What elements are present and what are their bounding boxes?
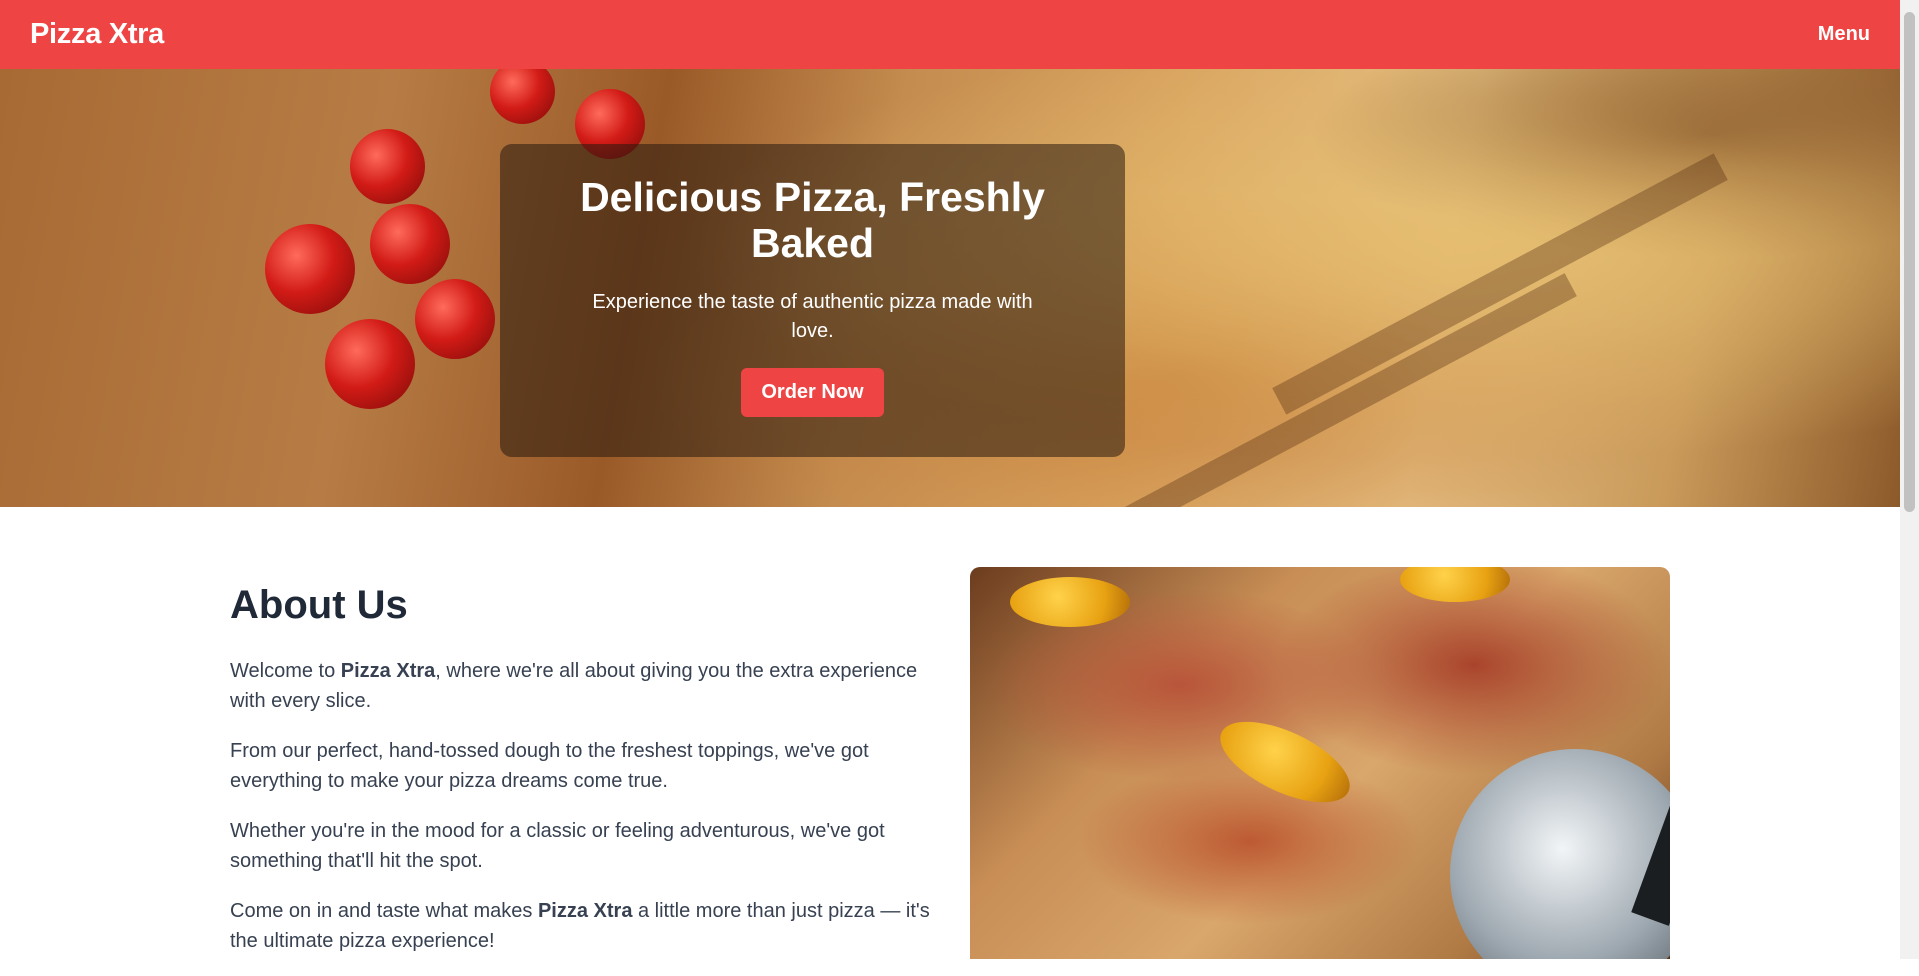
- tomato-decoration: [490, 69, 555, 124]
- tomato-decoration: [350, 129, 425, 204]
- about-pizza-image: [970, 567, 1670, 959]
- navbar: Pizza Xtra Menu: [0, 0, 1900, 69]
- about-text: Come on in and taste what makes: [230, 900, 538, 922]
- about-paragraph-2: From our perfect, hand-tossed dough to t…: [230, 740, 869, 792]
- crust-shadow: [1272, 153, 1728, 415]
- scrollbar-thumb[interactable]: [1904, 12, 1915, 512]
- hero-section: Delicious Pizza, Freshly Baked Experienc…: [0, 69, 1900, 507]
- tomato-decoration: [265, 224, 355, 314]
- crust-shadow: [1123, 273, 1577, 507]
- pepper-topping: [1010, 577, 1130, 627]
- pepper-topping: [1400, 567, 1510, 602]
- tomato-decoration: [370, 204, 450, 284]
- about-section: About Us Welcome to Pizza Xtra, where we…: [230, 570, 930, 976]
- about-title: About Us: [230, 583, 408, 627]
- brand-logo[interactable]: Pizza Xtra: [30, 18, 164, 51]
- order-now-button[interactable]: Order Now: [741, 368, 884, 417]
- tomato-decoration: [415, 279, 495, 359]
- pizza-cutter: [1450, 749, 1670, 959]
- about-paragraph-3: Whether you're in the mood for a classic…: [230, 820, 885, 872]
- hero-card: Delicious Pizza, Freshly Baked Experienc…: [500, 144, 1125, 457]
- tomato-decoration: [325, 319, 415, 409]
- pepper-topping: [1208, 705, 1362, 819]
- brand-name: Pizza Xtra: [537, 900, 633, 922]
- brand-name: Pizza Xtra: [340, 660, 436, 682]
- about-text: Welcome to: [230, 660, 341, 682]
- about-paragraph-1: Welcome to Pizza Xtra, where we're all a…: [230, 656, 930, 716]
- hero-title: Delicious Pizza, Freshly Baked: [580, 174, 1045, 266]
- menu-button[interactable]: Menu: [1818, 23, 1870, 46]
- hero-subtitle: Experience the taste of authentic pizza …: [592, 291, 1033, 342]
- scrollbar[interactable]: [1900, 0, 1919, 959]
- about-paragraph-4: Come on in and taste what makes Pizza Xt…: [230, 896, 930, 956]
